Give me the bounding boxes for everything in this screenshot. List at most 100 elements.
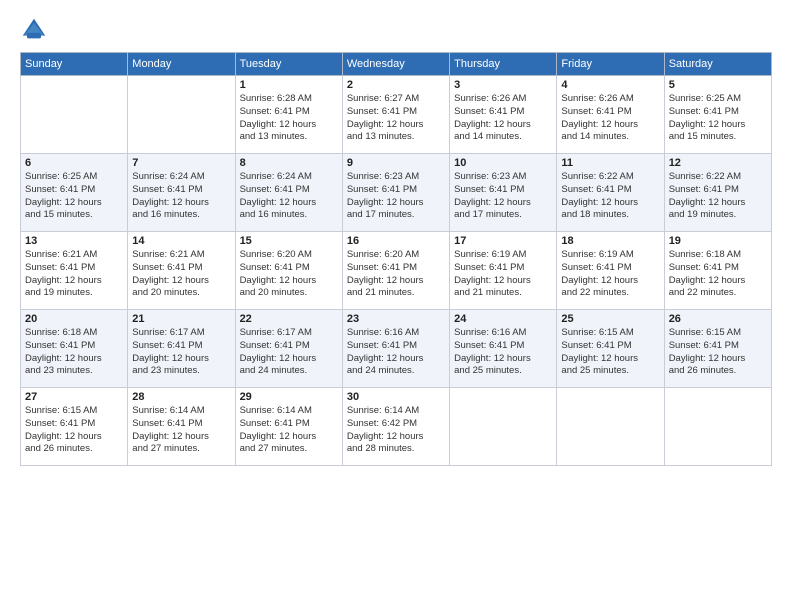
weekday-thursday: Thursday [450,53,557,76]
day-info: Sunrise: 6:26 AM Sunset: 6:41 PM Dayligh… [454,93,552,144]
day-number: 25 [561,313,659,325]
calendar-cell: 18 Sunrise: 6:19 AM Sunset: 6:41 PM Dayli… [557,232,664,310]
weekday-wednesday: Wednesday [342,53,449,76]
day-number: 24 [454,313,552,325]
week-row-1: 1 Sunrise: 6:28 AM Sunset: 6:41 PM Daylig… [21,76,772,154]
calendar-cell: 2Sunrise: 6:27 AM Sunset: 6:41 PM Daylig… [342,76,449,154]
calendar-cell: 5Sunrise: 6:25 AM Sunset: 6:41 PM Daylig… [664,76,771,154]
day-info: Sunrise: 6:19 AM Sunset: 6:41 PM Dayligh… [561,249,659,300]
day-number: 17 [454,235,552,247]
calendar-cell: 14 Sunrise: 6:21 AM Sunset: 6:41 PM Dayli… [128,232,235,310]
day-info: Sunrise: 6:20 AM Sunset: 6:41 PM Dayligh… [347,249,445,300]
week-row-5: 27 Sunrise: 6:15 AM Sunset: 6:41 PM Dayli… [21,388,772,466]
calendar-cell [450,388,557,466]
calendar-cell: 21 Sunrise: 6:17 AM Sunset: 6:41 PM Dayli… [128,310,235,388]
day-info: Sunrise: 6:23 AM Sunset: 6:41 PM Dayligh… [454,171,552,222]
day-number: 21 [132,313,230,325]
calendar-cell: 7 Sunrise: 6:24 AM Sunset: 6:41 PM Daylig… [128,154,235,232]
day-number: 8 [240,157,338,169]
logo-icon [20,16,48,44]
day-number: 28 [132,391,230,403]
week-row-3: 13 Sunrise: 6:21 AM Sunset: 6:41 PM Dayli… [21,232,772,310]
calendar-cell: 3Sunrise: 6:26 AM Sunset: 6:41 PM Daylig… [450,76,557,154]
day-number: 12 [669,157,767,169]
weekday-friday: Friday [557,53,664,76]
calendar-cell: 28 Sunrise: 6:14 AM Sunset: 6:41 PM Dayli… [128,388,235,466]
day-info: Sunrise: 6:24 AM Sunset: 6:41 PM Dayligh… [240,171,338,222]
day-info: Sunrise: 6:25 AM Sunset: 6:41 PM Dayligh… [669,93,767,144]
calendar-cell: 27 Sunrise: 6:15 AM Sunset: 6:41 PM Dayli… [21,388,128,466]
calendar-cell: 12 Sunrise: 6:22 AM Sunset: 6:41 PM Dayli… [664,154,771,232]
day-info: Sunrise: 6:22 AM Sunset: 6:41 PM Dayligh… [669,171,767,222]
day-info: Sunrise: 6:18 AM Sunset: 6:41 PM Dayligh… [669,249,767,300]
day-info: Sunrise: 6:24 AM Sunset: 6:41 PM Dayligh… [132,171,230,222]
week-row-4: 20 Sunrise: 6:18 AM Sunset: 6:41 PM Dayli… [21,310,772,388]
logo [20,16,50,44]
calendar-cell: 13 Sunrise: 6:21 AM Sunset: 6:41 PM Dayli… [21,232,128,310]
day-number: 9 [347,157,445,169]
weekday-tuesday: Tuesday [235,53,342,76]
calendar-cell: 20 Sunrise: 6:18 AM Sunset: 6:41 PM Dayli… [21,310,128,388]
calendar-cell: 24 Sunrise: 6:16 AM Sunset: 6:41 PM Dayli… [450,310,557,388]
day-info: Sunrise: 6:14 AM Sunset: 6:41 PM Dayligh… [132,405,230,456]
day-info: Sunrise: 6:23 AM Sunset: 6:41 PM Dayligh… [347,171,445,222]
calendar-cell [21,76,128,154]
day-info: Sunrise: 6:19 AM Sunset: 6:41 PM Dayligh… [454,249,552,300]
day-number: 23 [347,313,445,325]
calendar-cell [557,388,664,466]
page: SundayMondayTuesdayWednesdayThursdayFrid… [0,0,792,612]
day-info: Sunrise: 6:18 AM Sunset: 6:41 PM Dayligh… [25,327,123,378]
day-number: 10 [454,157,552,169]
calendar-cell: 1 Sunrise: 6:28 AM Sunset: 6:41 PM Daylig… [235,76,342,154]
day-number: 14 [132,235,230,247]
weekday-saturday: Saturday [664,53,771,76]
day-info: Sunrise: 6:17 AM Sunset: 6:41 PM Dayligh… [240,327,338,378]
day-info: Sunrise: 6:21 AM Sunset: 6:41 PM Dayligh… [25,249,123,300]
day-number: 30 [347,391,445,403]
header [20,16,772,44]
calendar-cell: 6 Sunrise: 6:25 AM Sunset: 6:41 PM Daylig… [21,154,128,232]
day-info: Sunrise: 6:16 AM Sunset: 6:41 PM Dayligh… [347,327,445,378]
day-number: 15 [240,235,338,247]
day-number: 2 [347,79,445,91]
day-info: Sunrise: 6:26 AM Sunset: 6:41 PM Dayligh… [561,93,659,144]
day-info: Sunrise: 6:22 AM Sunset: 6:41 PM Dayligh… [561,171,659,222]
calendar-cell: 22 Sunrise: 6:17 AM Sunset: 6:41 PM Dayli… [235,310,342,388]
day-info: Sunrise: 6:16 AM Sunset: 6:41 PM Dayligh… [454,327,552,378]
day-number: 13 [25,235,123,247]
calendar-cell: 17 Sunrise: 6:19 AM Sunset: 6:41 PM Dayli… [450,232,557,310]
day-number: 19 [669,235,767,247]
day-number: 29 [240,391,338,403]
day-info: Sunrise: 6:15 AM Sunset: 6:41 PM Dayligh… [561,327,659,378]
calendar-cell: 29Sunrise: 6:14 AM Sunset: 6:41 PM Dayli… [235,388,342,466]
weekday-header-row: SundayMondayTuesdayWednesdayThursdayFrid… [21,53,772,76]
day-number: 1 [240,79,338,91]
day-number: 18 [561,235,659,247]
day-info: Sunrise: 6:20 AM Sunset: 6:41 PM Dayligh… [240,249,338,300]
day-info: Sunrise: 6:15 AM Sunset: 6:41 PM Dayligh… [25,405,123,456]
calendar-cell: 30Sunrise: 6:14 AM Sunset: 6:42 PM Dayli… [342,388,449,466]
calendar-cell: 4Sunrise: 6:26 AM Sunset: 6:41 PM Daylig… [557,76,664,154]
day-number: 22 [240,313,338,325]
day-number: 6 [25,157,123,169]
calendar-cell: 9 Sunrise: 6:23 AM Sunset: 6:41 PM Daylig… [342,154,449,232]
calendar-cell: 10 Sunrise: 6:23 AM Sunset: 6:41 PM Dayli… [450,154,557,232]
day-info: Sunrise: 6:21 AM Sunset: 6:41 PM Dayligh… [132,249,230,300]
day-info: Sunrise: 6:28 AM Sunset: 6:41 PM Dayligh… [240,93,338,144]
day-number: 7 [132,157,230,169]
calendar-cell: 23 Sunrise: 6:16 AM Sunset: 6:41 PM Dayli… [342,310,449,388]
calendar-cell [664,388,771,466]
calendar-cell: 25 Sunrise: 6:15 AM Sunset: 6:41 PM Dayli… [557,310,664,388]
day-number: 11 [561,157,659,169]
day-number: 27 [25,391,123,403]
calendar-cell: 19 Sunrise: 6:18 AM Sunset: 6:41 PM Dayli… [664,232,771,310]
calendar-cell: 15 Sunrise: 6:20 AM Sunset: 6:41 PM Dayli… [235,232,342,310]
day-info: Sunrise: 6:25 AM Sunset: 6:41 PM Dayligh… [25,171,123,222]
day-number: 20 [25,313,123,325]
day-info: Sunrise: 6:17 AM Sunset: 6:41 PM Dayligh… [132,327,230,378]
calendar-cell: 11 Sunrise: 6:22 AM Sunset: 6:41 PM Dayli… [557,154,664,232]
day-number: 16 [347,235,445,247]
calendar-cell: 26Sunrise: 6:15 AM Sunset: 6:41 PM Dayli… [664,310,771,388]
calendar-cell: 16 Sunrise: 6:20 AM Sunset: 6:41 PM Dayli… [342,232,449,310]
week-row-2: 6 Sunrise: 6:25 AM Sunset: 6:41 PM Daylig… [21,154,772,232]
